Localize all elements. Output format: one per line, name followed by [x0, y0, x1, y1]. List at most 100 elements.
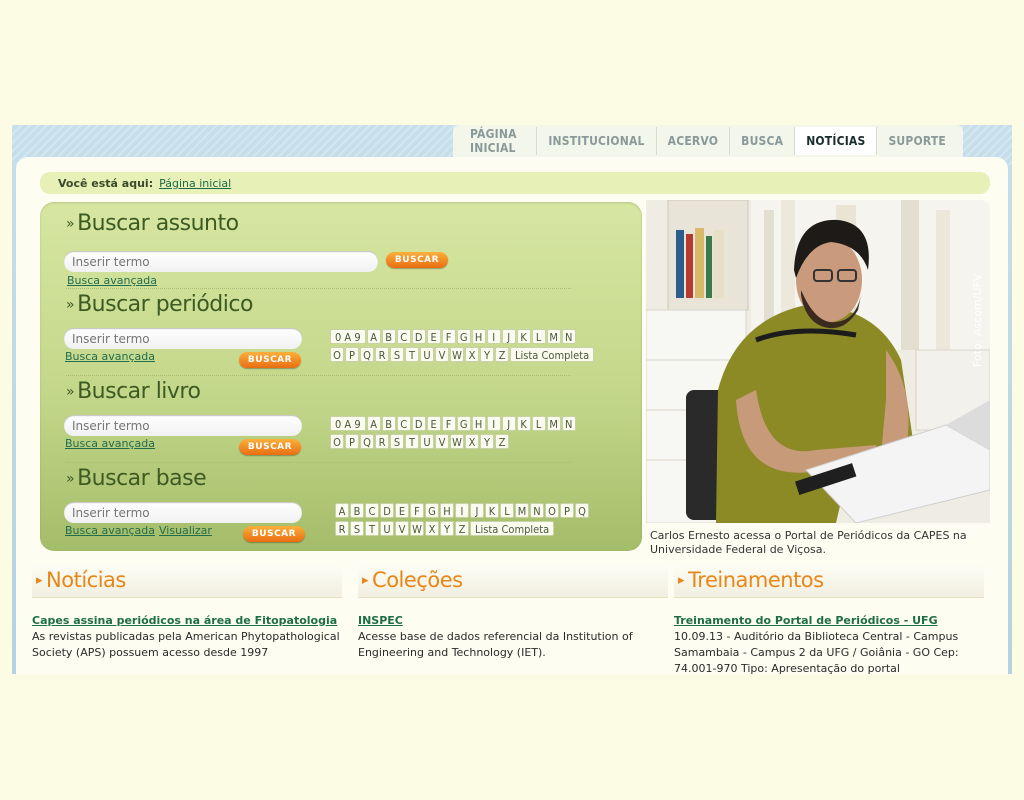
letter-m[interactable]: M	[515, 503, 529, 518]
letter-n[interactable]: N	[561, 329, 576, 344]
letter-l[interactable]: L	[500, 503, 514, 518]
tab-acervo[interactable]: ACERVO	[657, 127, 731, 155]
letter-q[interactable]: Q	[360, 347, 374, 362]
letter-a[interactable]: A	[335, 503, 349, 518]
letter-b[interactable]: B	[381, 416, 396, 431]
letter-h[interactable]: H	[471, 329, 486, 344]
letter-u[interactable]: U	[420, 434, 434, 449]
tab-noticias[interactable]: NOTÍCIAS	[795, 127, 878, 155]
letter-x[interactable]: X	[425, 521, 439, 536]
news-headline-link[interactable]: Capes assina periódicos na área de Fitop…	[32, 614, 337, 627]
letter-w[interactable]: W	[450, 347, 464, 362]
letter-i[interactable]: I	[455, 503, 469, 518]
letter-a[interactable]: A	[366, 416, 381, 431]
letter-p[interactable]: P	[560, 503, 574, 518]
letter-q[interactable]: Q	[575, 503, 589, 518]
letter-i[interactable]: I	[486, 416, 501, 431]
collections-headline-link[interactable]: INSPEC	[358, 614, 403, 627]
letter-j[interactable]: J	[501, 416, 516, 431]
letter-j[interactable]: J	[470, 503, 484, 518]
letter-b[interactable]: B	[381, 329, 396, 344]
letter-y[interactable]: Y	[480, 434, 494, 449]
letter-t[interactable]: T	[405, 347, 419, 362]
letter-v[interactable]: V	[435, 434, 449, 449]
letter-h[interactable]: H	[471, 416, 486, 431]
tab-pagina-inicial[interactable]: PÁGINA INICIAL	[459, 127, 538, 155]
letter-v[interactable]: V	[395, 521, 409, 536]
letter-n[interactable]: N	[561, 416, 576, 431]
letter-a[interactable]: A	[366, 329, 381, 344]
search-journal-advanced-link[interactable]: Busca avançada	[65, 350, 155, 363]
letter-e[interactable]: E	[426, 416, 441, 431]
letter-o[interactable]: O	[545, 503, 559, 518]
search-subject-input[interactable]	[64, 251, 378, 272]
search-journal-input[interactable]	[64, 328, 302, 349]
search-subject-advanced-link[interactable]: Busca avançada	[67, 274, 157, 287]
letter-o[interactable]: O	[330, 434, 344, 449]
breadcrumb-home-link[interactable]: Página inicial	[159, 177, 231, 190]
letter-z[interactable]: Z	[495, 347, 509, 362]
letter-h[interactable]: H	[440, 503, 454, 518]
letter-0a9[interactable]: 0 A 9	[330, 416, 366, 431]
letter-e[interactable]: E	[395, 503, 409, 518]
letter-x[interactable]: X	[465, 347, 479, 362]
letter-r[interactable]: R	[335, 521, 349, 536]
search-database-button[interactable]: BUSCAR	[243, 526, 305, 542]
letter-s[interactable]: S	[350, 521, 364, 536]
search-book-input[interactable]	[64, 415, 302, 436]
letter-g[interactable]: G	[456, 329, 471, 344]
letter-k[interactable]: K	[516, 416, 531, 431]
letter-u[interactable]: U	[380, 521, 394, 536]
letter-u[interactable]: U	[420, 347, 434, 362]
letter-f[interactable]: F	[410, 503, 424, 518]
search-book-advanced-link[interactable]: Busca avançada	[65, 437, 155, 450]
full-list-link[interactable]: Lista Completa	[470, 521, 555, 536]
letter-c[interactable]: C	[396, 416, 411, 431]
search-journal-button[interactable]: BUSCAR	[239, 352, 301, 368]
tab-busca[interactable]: BUSCA	[730, 127, 796, 155]
letter-l[interactable]: L	[531, 416, 546, 431]
letter-t[interactable]: T	[405, 434, 419, 449]
letter-m[interactable]: M	[546, 416, 561, 431]
letter-c[interactable]: C	[396, 329, 411, 344]
letter-d[interactable]: D	[380, 503, 394, 518]
letter-w[interactable]: W	[450, 434, 464, 449]
letter-x[interactable]: X	[465, 434, 479, 449]
letter-t[interactable]: T	[365, 521, 379, 536]
letter-b[interactable]: B	[350, 503, 364, 518]
full-list-link[interactable]: Lista Completa	[510, 347, 595, 362]
letter-e[interactable]: E	[426, 329, 441, 344]
letter-0a9[interactable]: 0 A 9	[330, 329, 366, 344]
search-book-button[interactable]: BUSCAR	[239, 439, 301, 455]
letter-v[interactable]: V	[435, 347, 449, 362]
search-database-advanced-link[interactable]: Busca avançada	[65, 524, 155, 537]
letter-q[interactable]: Q	[360, 434, 374, 449]
letter-z[interactable]: Z	[455, 521, 469, 536]
search-database-view-link[interactable]: Visualizar	[159, 524, 212, 537]
letter-r[interactable]: R	[375, 434, 389, 449]
letter-s[interactable]: S	[390, 434, 404, 449]
search-subject-button[interactable]: BUSCAR	[386, 252, 448, 268]
letter-d[interactable]: D	[411, 329, 426, 344]
letter-y[interactable]: Y	[440, 521, 454, 536]
letter-w[interactable]: W	[410, 521, 424, 536]
letter-m[interactable]: M	[546, 329, 561, 344]
letter-g[interactable]: G	[456, 416, 471, 431]
letter-g[interactable]: G	[425, 503, 439, 518]
letter-i[interactable]: I	[486, 329, 501, 344]
tab-institucional[interactable]: INSTITUCIONAL	[537, 127, 657, 155]
letter-z[interactable]: Z	[495, 434, 509, 449]
letter-p[interactable]: P	[345, 347, 359, 362]
letter-r[interactable]: R	[375, 347, 389, 362]
letter-n[interactable]: N	[530, 503, 544, 518]
letter-y[interactable]: Y	[480, 347, 494, 362]
letter-j[interactable]: J	[501, 329, 516, 344]
letter-f[interactable]: F	[441, 416, 456, 431]
letter-p[interactable]: P	[345, 434, 359, 449]
search-database-input[interactable]	[64, 502, 302, 523]
tab-suporte[interactable]: SUPORTE	[877, 127, 957, 155]
letter-c[interactable]: C	[365, 503, 379, 518]
letter-o[interactable]: O	[330, 347, 344, 362]
training-headline-link[interactable]: Treinamento do Portal de Periódicos - UF…	[674, 614, 938, 627]
letter-k[interactable]: K	[485, 503, 499, 518]
